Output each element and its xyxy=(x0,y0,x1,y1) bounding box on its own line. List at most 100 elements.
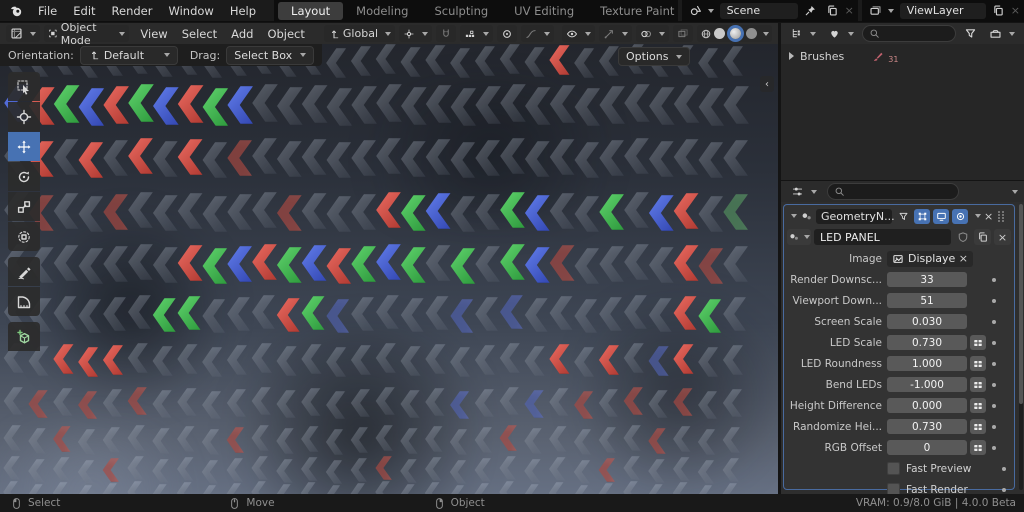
menu-help[interactable]: Help xyxy=(222,4,264,18)
blender-logo-icon[interactable] xyxy=(8,3,24,19)
proportional-edit-toggle[interactable] xyxy=(497,25,517,42)
menu-edit[interactable]: Edit xyxy=(65,4,103,18)
close-icon[interactable]: × xyxy=(959,253,968,264)
pivot-dropdown[interactable] xyxy=(399,25,432,42)
animate-dot[interactable] xyxy=(992,298,996,303)
chevron-down-icon[interactable] xyxy=(1012,189,1018,194)
disclosure-triangle-icon[interactable] xyxy=(789,52,794,60)
animate-dot[interactable] xyxy=(992,424,996,429)
options-dropdown[interactable]: Options xyxy=(618,47,691,66)
outliner-search-input[interactable] xyxy=(862,25,956,42)
modifier-extras-icon[interactable] xyxy=(975,214,981,218)
input-value-field[interactable]: 0.030 xyxy=(887,314,967,329)
drag-grip-icon[interactable] xyxy=(998,210,1005,222)
animate-dot[interactable] xyxy=(992,403,996,408)
attribute-grid-icon[interactable] xyxy=(970,335,986,350)
tool-scale[interactable] xyxy=(8,192,40,221)
input-value-field[interactable]: 0.000 xyxy=(887,398,967,413)
viewport-menu-add[interactable]: Add xyxy=(224,27,260,41)
attribute-grid-icon[interactable] xyxy=(970,377,986,392)
editor-type-button[interactable] xyxy=(6,25,40,42)
scrollbar[interactable] xyxy=(1019,204,1023,490)
tool-move[interactable] xyxy=(8,132,40,161)
animate-dot[interactable] xyxy=(992,340,996,345)
viewport-menu-object[interactable]: Object xyxy=(260,27,311,41)
solid-shading-icon[interactable] xyxy=(714,28,725,39)
rendered-shading-icon[interactable] xyxy=(746,28,757,39)
editor-divider[interactable] xyxy=(781,180,1024,181)
node-group-name-field[interactable]: LED PANEL xyxy=(814,229,951,245)
viewlayer-name-field[interactable]: ViewLayer xyxy=(899,2,986,19)
menu-file[interactable]: File xyxy=(30,4,65,18)
input-value-field[interactable]: 51 xyxy=(887,293,967,308)
node-group-browse-button[interactable] xyxy=(787,229,811,245)
tool-select-box[interactable] xyxy=(8,72,40,101)
input-value-field[interactable]: 0.730 xyxy=(887,335,967,350)
attribute-grid-icon[interactable] xyxy=(970,356,986,371)
unlink-node-group-icon[interactable]: × xyxy=(994,229,1011,245)
animate-dot[interactable] xyxy=(992,319,996,324)
copy-scene-icon[interactable] xyxy=(823,3,842,18)
animate-dot[interactable] xyxy=(992,361,996,366)
orientation-dropdown[interactable]: Global xyxy=(323,25,395,42)
outliner-display-mode-button[interactable] xyxy=(786,25,820,42)
animate-dot[interactable] xyxy=(1002,487,1006,492)
new-collection-button[interactable] xyxy=(985,25,1019,42)
overlays-dropdown[interactable] xyxy=(636,25,669,42)
image-datablock-button[interactable]: DisplayedI... × xyxy=(887,250,973,267)
tool-cursor[interactable] xyxy=(8,102,40,131)
input-value-field[interactable]: 33 xyxy=(887,272,967,287)
snap-settings-dropdown[interactable] xyxy=(460,25,493,42)
viewport-render[interactable]: Orientation: Default Drag: Select Box Op… xyxy=(0,44,778,494)
animate-dot[interactable] xyxy=(992,382,996,387)
tool-transform[interactable] xyxy=(8,222,40,251)
show-gizmo-dropdown[interactable] xyxy=(562,25,595,42)
viewport-menu-select[interactable]: Select xyxy=(175,27,224,41)
attribute-grid-icon[interactable] xyxy=(970,398,986,413)
tool-measure[interactable] xyxy=(8,287,40,316)
realtime-display-toggle[interactable] xyxy=(933,208,949,224)
gizmos-dropdown[interactable] xyxy=(599,25,632,42)
properties-search-input[interactable] xyxy=(827,183,959,200)
workspace-tab-texture-paint[interactable]: Texture Paint xyxy=(587,2,677,20)
input-value-field[interactable]: 0 xyxy=(887,440,967,455)
copy-viewlayer-icon[interactable] xyxy=(989,3,1008,18)
attribute-grid-icon[interactable] xyxy=(970,440,986,455)
close-icon[interactable]: × xyxy=(984,211,993,222)
modifier-panel-header[interactable]: GeometryN... × xyxy=(787,207,1011,225)
outliner-filter-icon[interactable] xyxy=(960,25,981,42)
panel-expand-icon[interactable] xyxy=(791,214,797,218)
animate-dot[interactable] xyxy=(1002,466,1006,471)
copy-node-group-icon[interactable] xyxy=(974,229,991,245)
proportional-falloff-dropdown[interactable] xyxy=(521,25,554,42)
fake-user-shield-icon[interactable] xyxy=(954,229,971,245)
workspace-tab-layout[interactable]: Layout xyxy=(278,1,344,20)
checkbox-fast-preview[interactable] xyxy=(887,462,900,475)
material-preview-shading-icon[interactable] xyxy=(730,28,741,39)
xray-toggle[interactable] xyxy=(673,25,693,42)
workspace-tab-modeling[interactable]: Modeling xyxy=(343,2,421,20)
outliner-item-brushes[interactable]: Brushes 31 xyxy=(781,44,1024,66)
workspace-tab-sculpting[interactable]: Sculpting xyxy=(421,2,501,20)
input-value-field[interactable]: 0.730 xyxy=(887,419,967,434)
modifier-name-field[interactable]: GeometryN... xyxy=(816,208,895,224)
render-display-toggle[interactable] xyxy=(952,208,968,224)
scene-name-field[interactable]: Scene xyxy=(719,2,798,19)
edit-mode-display-toggle[interactable] xyxy=(914,208,930,224)
snap-toggle[interactable] xyxy=(436,25,456,42)
transform-orientation-dropdown[interactable]: Default xyxy=(79,45,178,65)
animate-dot[interactable] xyxy=(992,445,996,450)
viewport-menu-view[interactable]: View xyxy=(133,27,174,41)
menu-render[interactable]: Render xyxy=(104,4,161,18)
animate-dot[interactable] xyxy=(992,277,996,282)
tool-rotate[interactable] xyxy=(8,162,40,191)
tool-add-cube[interactable] xyxy=(8,322,40,351)
outliner-filter-mode-button[interactable] xyxy=(824,25,858,42)
attribute-grid-icon[interactable] xyxy=(970,419,986,434)
scrollbar-thumb[interactable] xyxy=(1019,204,1023,404)
sidebar-toggle-arrow[interactable]: ‹ xyxy=(760,76,774,92)
menu-window[interactable]: Window xyxy=(160,4,221,18)
wireframe-shading-icon[interactable] xyxy=(700,28,712,40)
tool-annotate[interactable] xyxy=(8,257,40,286)
properties-editor-type-button[interactable] xyxy=(787,183,821,200)
